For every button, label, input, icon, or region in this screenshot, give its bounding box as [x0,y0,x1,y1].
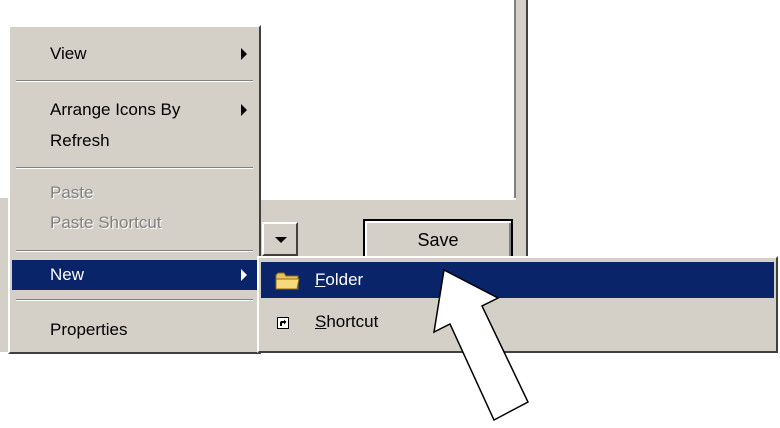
pointer-arrow-icon [433,268,529,422]
submenu-item-accel: F [315,270,326,289]
shortcut-icon [277,317,289,329]
menu-item-arrange-icons-by[interactable]: Arrange Icons By [12,95,257,125]
panel-border [514,0,516,200]
menu-separator [16,250,253,252]
menu-item-label: Paste Shortcut [50,213,162,232]
menu-item-label: View [50,44,87,63]
menu-item-paste[interactable]: Paste [12,178,257,208]
menu-item-refresh[interactable]: Refresh [12,126,257,156]
menu-separator [16,299,253,301]
menu-separator [16,167,253,169]
menu-separator [16,80,253,82]
submenu-item-label: older [325,270,364,289]
menu-item-properties[interactable]: Properties [12,315,257,345]
submenu-arrow-icon [241,104,247,116]
menu-item-label: New [50,265,85,284]
chevron-down-icon [275,237,287,243]
save-button[interactable]: Save [363,219,513,261]
menu-item-new[interactable]: New [12,260,257,290]
folder-icon [275,272,300,290]
menu-item-label: Properties [50,320,128,339]
submenu-arrow-icon [241,269,247,281]
menu-item-view[interactable]: View [12,39,257,69]
submenu-arrow-icon [241,48,247,60]
menu-item-paste-shortcut[interactable]: Paste Shortcut [12,208,257,238]
menu-item-label: Arrange Icons By [50,100,181,119]
context-menu: View Arrange Icons By Refresh Paste Past… [8,25,261,354]
submenu-item-accel: S [315,312,327,331]
menu-item-label: Paste [50,183,94,202]
panel-border [250,198,516,200]
submenu-item-label: hortcut [326,312,379,331]
save-button-label: Save [417,229,459,250]
menu-item-label: Refresh [50,131,110,150]
